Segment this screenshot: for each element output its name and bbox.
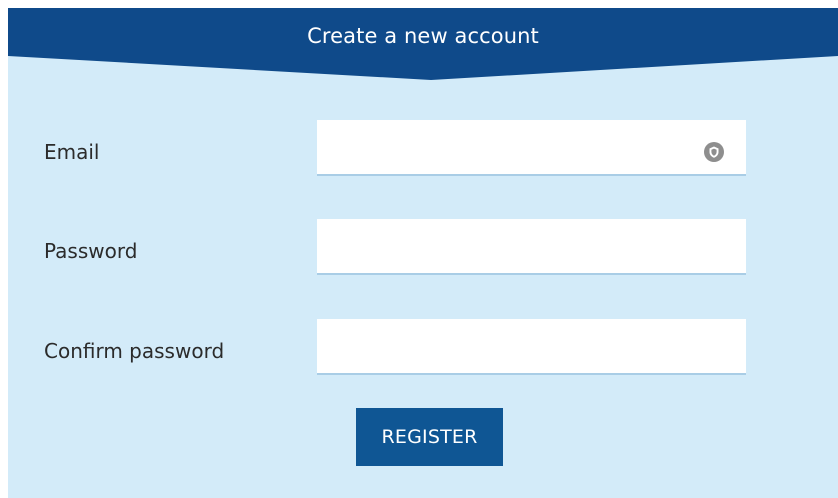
form-header: Create a new account [8,8,838,82]
password-manager-icon[interactable] [702,140,726,164]
email-label: Email [44,140,100,164]
page-title: Create a new account [307,24,539,48]
registration-panel: Create a new account Email Password Conf… [8,8,838,498]
confirm-password-field[interactable] [317,319,746,375]
email-field[interactable] [317,120,746,176]
password-label: Password [44,239,138,263]
register-button[interactable]: REGISTER [356,408,503,466]
password-field[interactable] [317,219,746,275]
confirm-password-label: Confirm password [44,339,225,363]
